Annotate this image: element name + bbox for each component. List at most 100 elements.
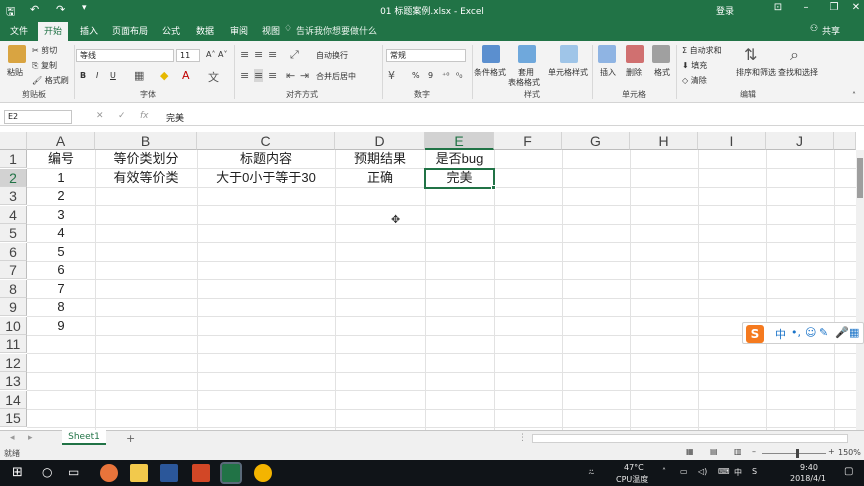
cell-e1[interactable]: 是否bug	[425, 150, 494, 168]
cell-a3[interactable]: 2	[27, 187, 95, 205]
delete-cells-button[interactable]: 删除	[626, 67, 642, 78]
notification-icon[interactable]: ▢	[844, 466, 853, 477]
find-select-button[interactable]: 查找和选择	[778, 67, 818, 78]
user-tray-icon[interactable]: ⍨	[588, 466, 595, 480]
row-header[interactable]: 6	[0, 243, 27, 261]
volume-icon[interactable]: ◁)	[698, 467, 707, 476]
emoji-icon[interactable]: ☺	[805, 326, 816, 339]
conditional-formatting-button[interactable]: 条件格式	[474, 67, 506, 78]
add-sheet-button[interactable]: +	[126, 432, 135, 445]
fill-handle[interactable]	[491, 185, 496, 190]
tab-file[interactable]: 文件	[10, 24, 28, 37]
tab-home[interactable]: 开始	[38, 22, 69, 41]
increase-font-icon[interactable]: A˄	[206, 50, 215, 59]
format-cells-icon[interactable]	[652, 45, 670, 63]
paste-icon[interactable]	[8, 45, 26, 63]
column-header[interactable]: J	[766, 132, 834, 150]
clear-button[interactable]: ◇ 清除	[682, 75, 707, 86]
borders-icon[interactable]: ▦	[134, 69, 144, 82]
prev-sheet-icon[interactable]: ◂	[10, 433, 15, 443]
cell-d2[interactable]: 正确	[335, 169, 425, 187]
microphone-icon[interactable]: 🎤	[835, 326, 849, 339]
increase-decimal-icon[interactable]: ⁺⁰	[442, 71, 449, 80]
task-view-icon[interactable]: ▭	[68, 465, 79, 479]
align-right-icon[interactable]: ≡	[268, 69, 277, 82]
row-header[interactable]: 12	[0, 354, 27, 372]
column-header[interactable]: G	[562, 132, 630, 150]
page-break-view-icon[interactable]: ▥	[734, 447, 742, 456]
cell-c2[interactable]: 大于0小于等于30	[197, 169, 335, 187]
number-format-select[interactable]: 常规	[386, 49, 466, 62]
sogou-logo-icon[interactable]: S	[746, 325, 764, 343]
network-icon[interactable]: ▭	[680, 467, 688, 476]
ime-mode-button[interactable]: 中	[775, 326, 786, 342]
percent-button[interactable]: %	[412, 71, 420, 80]
cell-a9[interactable]: 8	[27, 298, 95, 316]
format-cells-button[interactable]: 格式	[654, 67, 670, 78]
clock-date[interactable]: 2018/4/1	[790, 474, 826, 483]
minimize-icon[interactable]: –	[792, 2, 820, 13]
sort-filter-button[interactable]: 排序和筛选	[736, 67, 776, 78]
name-box[interactable]: E2	[4, 110, 72, 124]
cell-b2[interactable]: 有效等价类	[95, 169, 197, 187]
paste-button[interactable]: 粘贴	[7, 67, 23, 78]
excel-icon[interactable]	[220, 462, 242, 484]
column-header[interactable]: C	[197, 132, 335, 150]
page-layout-view-icon[interactable]: ▤	[710, 447, 718, 456]
cell-d1[interactable]: 预期结果	[335, 150, 425, 168]
worksheet-grid[interactable]: A B C D E F G H I J 1 2 3 4 5 6 7 8 9 10…	[0, 132, 864, 430]
vertical-scrollbar-thumb[interactable]	[857, 158, 863, 198]
horizontal-scrollbar[interactable]	[532, 434, 848, 443]
row-header[interactable]: 14	[0, 391, 27, 409]
normal-view-icon[interactable]: ▦	[686, 447, 694, 456]
tab-view[interactable]: 视图	[262, 24, 280, 37]
align-center-icon[interactable]: ≡	[254, 69, 264, 82]
column-header[interactable]: B	[95, 132, 197, 150]
zoom-level[interactable]: 150%	[838, 448, 861, 457]
word-icon[interactable]	[160, 464, 178, 482]
cell-styles-icon[interactable]	[560, 45, 578, 63]
decrease-decimal-icon[interactable]: ⁰₀	[456, 71, 462, 80]
row-header[interactable]: 4	[0, 206, 27, 224]
increase-indent-icon[interactable]: ⇥	[300, 69, 309, 82]
collapse-ribbon-icon[interactable]: ˄	[852, 91, 856, 100]
cell-a8[interactable]: 7	[27, 280, 95, 298]
tab-data[interactable]: 数据	[196, 24, 214, 37]
find-select-icon[interactable]: ⌕	[790, 45, 799, 65]
bold-button[interactable]: B	[80, 71, 86, 80]
row-header[interactable]: 5	[0, 224, 27, 242]
cell-a2[interactable]: 1	[27, 169, 95, 187]
cell-a5[interactable]: 4	[27, 224, 95, 242]
chrome-icon[interactable]	[254, 464, 272, 482]
font-size-select[interactable]: 11	[176, 49, 200, 62]
row-header[interactable]: 8	[0, 280, 27, 298]
search-icon[interactable]: ○	[42, 465, 52, 479]
phonetic-icon[interactable]: 文	[208, 69, 219, 85]
insert-cells-icon[interactable]	[598, 45, 616, 63]
column-header[interactable]: F	[494, 132, 562, 150]
zoom-slider-thumb[interactable]	[796, 449, 799, 458]
row-header[interactable]: 3	[0, 187, 27, 205]
row-header[interactable]: 11	[0, 335, 27, 353]
tab-review[interactable]: 审阅	[230, 24, 248, 37]
punctuation-icon[interactable]: •,	[791, 326, 801, 339]
align-bottom-icon[interactable]: ≡	[268, 48, 277, 61]
align-left-icon[interactable]: ≡	[240, 69, 249, 82]
row-header[interactable]: 1	[0, 150, 27, 168]
copy-button[interactable]: ⎘ 复制	[32, 60, 57, 71]
cell-b1[interactable]: 等价类划分	[95, 150, 197, 168]
grid-menu-icon[interactable]: ▦	[849, 326, 859, 339]
orientation-icon[interactable]: ⤢	[290, 48, 299, 62]
row-header[interactable]: 15	[0, 409, 27, 427]
currency-icon[interactable]: ¥	[388, 69, 395, 82]
ime-indicator[interactable]: 中	[734, 467, 742, 478]
clock-time[interactable]: 9:40	[800, 463, 818, 472]
row-header[interactable]: 10	[0, 317, 27, 335]
tray-expand-icon[interactable]: ˄	[662, 467, 666, 476]
zoom-in-icon[interactable]: +	[828, 447, 835, 456]
select-all-corner[interactable]	[0, 132, 27, 150]
conditional-formatting-icon[interactable]	[482, 45, 500, 63]
row-header[interactable]: 9	[0, 298, 27, 316]
sogou-tray-icon[interactable]: S	[752, 467, 757, 476]
row-header[interactable]: 13	[0, 372, 27, 390]
